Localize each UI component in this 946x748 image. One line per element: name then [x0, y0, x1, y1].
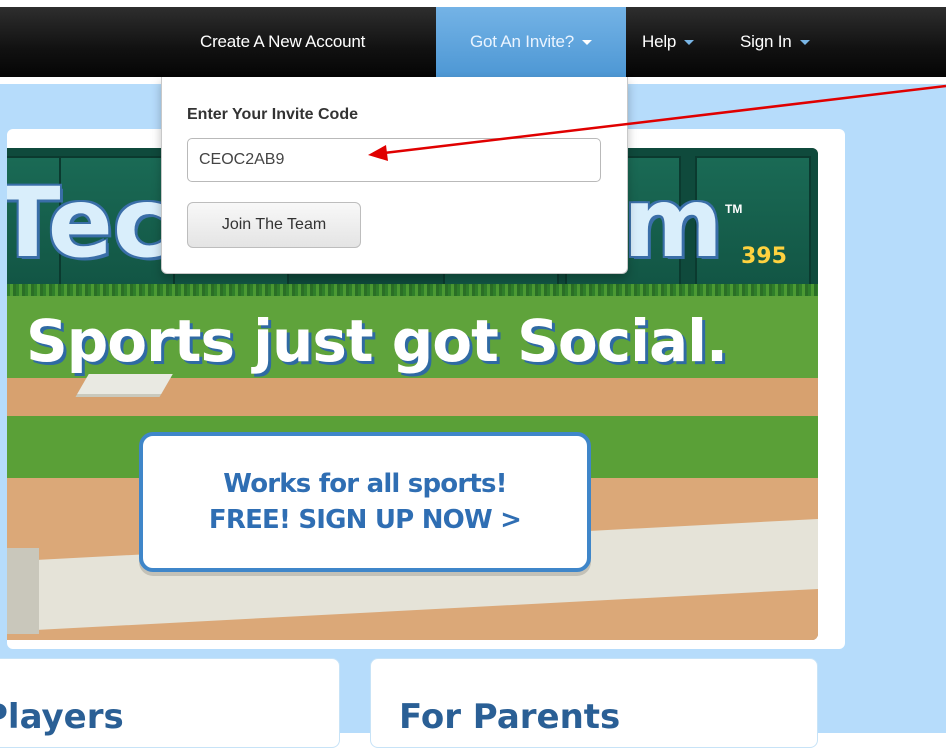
invite-code-input[interactable] [187, 138, 601, 182]
invite-code-label: Enter Your Invite Code [187, 106, 358, 123]
cta-line-2: FREE! SIGN UP NOW > [208, 505, 522, 535]
players-card-title: Players [0, 697, 124, 737]
nav-got-invite[interactable]: Got An Invite? [436, 7, 626, 77]
scoreboard-number: 395 [741, 244, 787, 269]
top-strip [0, 0, 946, 7]
chevron-down-icon [799, 40, 810, 46]
parents-card[interactable]: For Parents [370, 658, 818, 748]
players-card[interactable]: Players [0, 658, 340, 748]
trademark-mark: TM [725, 202, 743, 216]
nav-help[interactable]: Help [642, 7, 695, 77]
base-icon [77, 374, 173, 394]
nav-help-label: Help [642, 32, 677, 51]
invite-dropdown: Enter Your Invite Code Join The Team [161, 77, 628, 274]
signup-cta-button[interactable]: Works for all sports! FREE! SIGN UP NOW … [139, 432, 591, 572]
nav-got-invite-label: Got An Invite? [470, 32, 574, 51]
slab-side [7, 548, 39, 634]
chevron-down-icon [684, 40, 695, 46]
hero-tagline: Sports just got Social. [26, 307, 728, 375]
logo-text-right: m [623, 167, 724, 279]
logo-text-left: Tec [7, 167, 170, 279]
nav-create-account[interactable]: Create A New Account [200, 7, 365, 77]
parents-card-title: For Parents [399, 697, 621, 737]
grass-edge [7, 284, 818, 296]
nav-sign-in-label: Sign In [740, 32, 792, 51]
join-team-button[interactable]: Join The Team [187, 202, 361, 248]
chevron-down-icon [582, 40, 592, 46]
nav-sign-in[interactable]: Sign In [740, 7, 810, 77]
cta-line-1: Works for all sports! [223, 469, 507, 499]
